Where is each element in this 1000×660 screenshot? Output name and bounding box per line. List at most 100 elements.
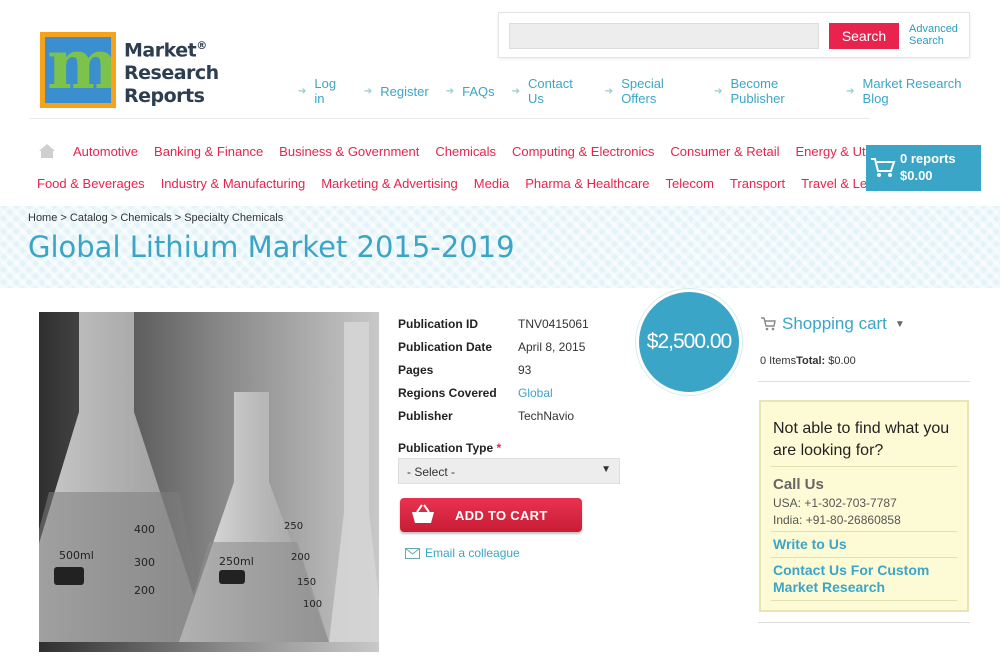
site-logo[interactable]: m Market® Research Reports: [40, 32, 219, 108]
detail-value: TechNavio: [518, 408, 575, 423]
india-phone: India: +91-80-26860858: [773, 513, 901, 527]
flask1-tick: 400: [134, 523, 155, 536]
email-colleague-link[interactable]: Email a colleague: [405, 546, 520, 560]
top-link-login[interactable]: ➔ Log in: [298, 76, 347, 106]
chevron-down-icon: ▼: [894, 318, 905, 330]
arrow-icon: ➔: [846, 85, 855, 97]
detail-row-publication-date: Publication Date April 8, 2015: [398, 335, 589, 358]
detail-row-publisher: Publisher TechNavio: [398, 404, 589, 427]
category-business[interactable]: Business & Government: [279, 144, 419, 159]
category-transport[interactable]: Transport: [730, 176, 785, 191]
cart-items: 0 Items: [760, 355, 797, 367]
arrow-icon: ➔: [714, 85, 723, 97]
detail-row-publication-id: Publication ID TNV0415061: [398, 312, 589, 335]
top-link-label: Market Research Blog: [862, 76, 962, 106]
usa-phone: USA: +1-302-703-7787: [773, 496, 897, 510]
advanced-search-line2: Search: [909, 35, 944, 47]
page-title: Global Lithium Market 2015-2019: [28, 230, 515, 264]
category-telecom[interactable]: Telecom: [666, 176, 714, 191]
arrow-icon: ➔: [511, 85, 521, 97]
help-title: Not able to find what you are looking fo…: [773, 420, 950, 459]
logo-mark-icon: m: [40, 32, 116, 108]
cart-total-value: $0.00: [828, 355, 856, 367]
detail-row-pages: Pages 93: [398, 358, 589, 381]
category-consumer[interactable]: Consumer & Retail: [670, 144, 779, 159]
flask2-tick: 100: [303, 599, 322, 610]
category-pharma[interactable]: Pharma & Healthcare: [525, 176, 649, 191]
envelope-icon: [405, 547, 420, 559]
flask1-label: 500ml: [59, 549, 94, 562]
top-link-label: Log in: [314, 76, 337, 106]
category-marketing[interactable]: Marketing & Advertising: [321, 176, 458, 191]
logo-line3: Reports: [124, 85, 205, 108]
shopping-cart-heading[interactable]: Shopping cart ▼: [760, 314, 905, 334]
category-chemicals[interactable]: Chemicals: [435, 144, 496, 159]
custom-research-link[interactable]: Contact Us For Custom Market Research: [773, 562, 963, 596]
category-media[interactable]: Media: [474, 176, 509, 191]
category-nav-row1: Automotive Banking & Finance Business & …: [73, 144, 894, 159]
publication-type-text: Publication Type: [398, 441, 494, 455]
header-cart-button[interactable]: 0 reports $0.00: [866, 145, 981, 191]
flasks-illustration: 500ml 400 300 200 250ml 250 200 150 100: [39, 312, 379, 652]
category-food[interactable]: Food & Beverages: [37, 176, 145, 191]
top-link-contact[interactable]: ➔ Contact Us: [512, 76, 588, 106]
logo-text: Market® Research Reports: [124, 34, 219, 108]
top-link-publisher[interactable]: ➔ Become Publisher: [714, 76, 829, 106]
divider: [758, 381, 970, 382]
category-computing[interactable]: Computing & Electronics: [512, 144, 654, 159]
header-cart-amount: $0.00: [900, 168, 933, 183]
top-nav: ➔ Log in ➔ Register ➔ FAQs ➔ Contact Us ➔ Spe…: [298, 76, 1000, 106]
search-input[interactable]: [509, 23, 819, 49]
add-to-cart-button[interactable]: ADD TO CART: [400, 498, 582, 532]
category-industry[interactable]: Industry & Manufacturing: [161, 176, 306, 191]
publication-type-select[interactable]: - Select - ▼: [398, 458, 620, 484]
cart-icon: [761, 317, 776, 331]
required-mark: *: [496, 441, 502, 455]
divider: [758, 622, 970, 623]
email-colleague-label: Email a colleague: [425, 546, 520, 560]
logo-line2: Research: [124, 62, 219, 85]
search-button[interactable]: Search: [829, 23, 899, 49]
logo-letter: m: [47, 32, 116, 105]
add-to-cart-label: ADD TO CART: [455, 508, 548, 523]
write-to-us-link[interactable]: Write to Us: [773, 536, 963, 553]
home-icon[interactable]: [38, 143, 56, 159]
flask2-label: 250ml: [219, 555, 254, 568]
detail-label: Publication ID: [398, 316, 479, 331]
breadcrumb[interactable]: Home > Catalog > Chemicals > Specialty C…: [28, 212, 283, 224]
detail-row-regions: Regions Covered Global: [398, 381, 589, 404]
arrow-icon: ➔: [445, 85, 455, 97]
cart-icon: [871, 158, 896, 177]
advanced-search-line1: Advanced: [909, 23, 958, 35]
top-link-faqs[interactable]: ➔ FAQs: [446, 76, 495, 106]
advanced-search-link[interactable]: Advanced Search: [909, 23, 969, 47]
call-us-heading: Call Us: [773, 476, 824, 493]
arrow-icon: ➔: [298, 85, 307, 97]
top-link-blog[interactable]: ➔ Market Research Blog: [846, 76, 983, 106]
category-nav-row2: Food & Beverages Industry & Manufacturin…: [37, 176, 895, 191]
basket-icon: [412, 504, 434, 523]
top-link-label: FAQs: [462, 83, 495, 99]
flask2-tick: 150: [297, 577, 316, 588]
arrow-icon: ➔: [363, 85, 373, 97]
select-value: - Select -: [407, 465, 456, 479]
product-details: Publication ID TNV0415061 Publication Dat…: [398, 312, 589, 427]
top-link-offers[interactable]: ➔ Special Offers: [605, 76, 697, 106]
price-badge: $2,500.00: [639, 292, 739, 392]
category-banking[interactable]: Banking & Finance: [154, 144, 263, 159]
divider: [771, 600, 957, 601]
cart-summary: 0 ItemsTotal: $0.00: [760, 355, 856, 367]
region-link[interactable]: Global: [518, 386, 553, 400]
category-automotive[interactable]: Automotive: [73, 144, 138, 159]
detail-label: Pages: [398, 362, 434, 377]
search-box: Search Advanced Search: [498, 12, 970, 58]
header-cart-count: 0 reports: [900, 151, 956, 166]
flask1-tick: 200: [134, 584, 155, 597]
detail-value: April 8, 2015: [518, 339, 586, 354]
product-image: 500ml 400 300 200 250ml 250 200 150 100: [39, 312, 379, 652]
arrow-icon: ➔: [604, 85, 614, 97]
publication-type-label: Publication Type *: [398, 441, 501, 455]
top-link-register[interactable]: ➔ Register: [364, 76, 429, 106]
logo-line1: Market: [124, 39, 197, 62]
top-link-label: Contact Us: [528, 76, 573, 106]
